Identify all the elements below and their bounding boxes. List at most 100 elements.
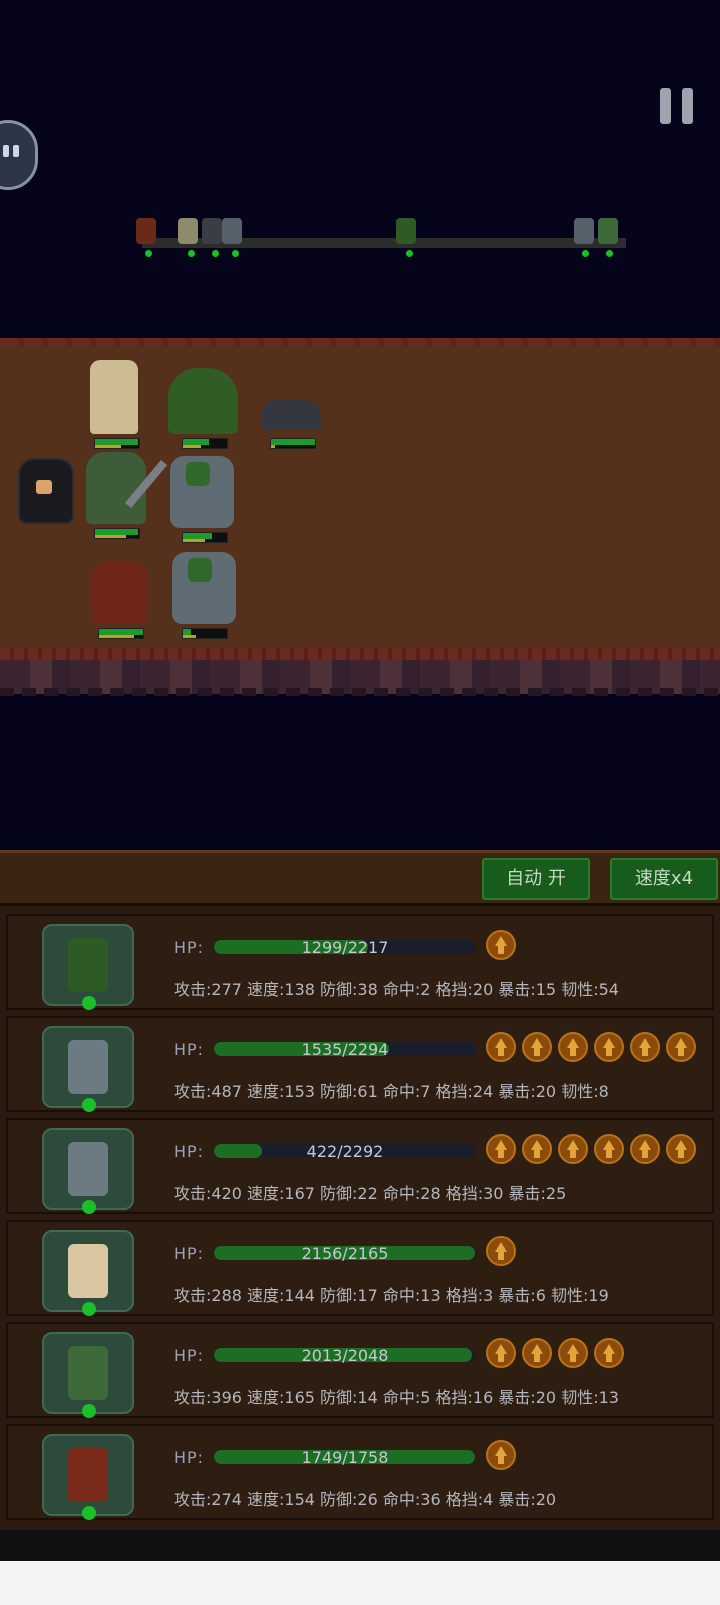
timeline-sprite-minotaur: [136, 218, 156, 244]
unit-portrait[interactable]: [42, 1128, 134, 1214]
upgrade-arrow-icon[interactable]: [486, 1440, 516, 1470]
treant-icon: [68, 938, 108, 992]
rock-ledge-edge: [0, 688, 720, 696]
hp-label: HP:: [174, 938, 205, 957]
unit-hp-bar: [270, 438, 316, 449]
upgrade-arrow-icon[interactable]: [486, 930, 516, 960]
unit-goblin-rider-1[interactable]: [170, 456, 240, 546]
upgrade-arrow-icon[interactable]: [594, 1134, 624, 1164]
unit-wolf[interactable]: [262, 400, 326, 456]
timeline-sprite-rider: [222, 218, 242, 244]
unit-stats: 攻击:288 速度:144 防御:17 命中:13 格挡:3 暴击:6 韧性:1…: [174, 1286, 609, 1305]
upgrade-icons: [486, 1440, 522, 1472]
status-dot: [82, 996, 96, 1010]
unit-hero[interactable]: [18, 458, 74, 530]
upgrade-icons: [486, 1338, 630, 1370]
unit-portrait[interactable]: [42, 1332, 134, 1418]
unit-hp-bar: [94, 528, 140, 539]
hp-label: HP:: [174, 1244, 205, 1263]
minotaur-sprite: [92, 562, 148, 624]
upgrade-arrow-icon[interactable]: [486, 1338, 516, 1368]
timeline-marker: [188, 250, 195, 257]
timeline-sprite-mage: [178, 218, 198, 244]
treant-sprite: [168, 368, 238, 434]
hp-label: HP:: [174, 1346, 205, 1365]
hp-value: 2013/2048: [301, 1346, 389, 1365]
hp-value: 2156/2165: [301, 1244, 389, 1263]
unit-orc-warrior[interactable]: [86, 452, 170, 544]
timeline-marker: [145, 250, 152, 257]
unit-row-orc-warrior[interactable]: HP: 2013/2048 攻击:396 速度:165 防御:14 命中:5 格挡:…: [6, 1322, 714, 1418]
hp-label: HP:: [174, 1040, 205, 1059]
goblin-rider-1-icon: [68, 1040, 108, 1094]
unit-portrait[interactable]: [42, 1230, 134, 1316]
upgrade-arrow-icon[interactable]: [522, 1134, 552, 1164]
speed-button[interactable]: 速度x4: [610, 858, 718, 900]
unit-elder-mage[interactable]: [90, 360, 146, 450]
chat-bubble-icon[interactable]: [0, 120, 38, 190]
timeline-marker: [606, 250, 613, 257]
hp-value: 422/2292: [306, 1142, 384, 1161]
auto-battle-button[interactable]: 自动 开: [482, 858, 590, 900]
status-dot: [82, 1404, 96, 1418]
upgrade-arrow-icon[interactable]: [558, 1338, 588, 1368]
unit-portrait[interactable]: [42, 1026, 134, 1112]
timeline-marker: [406, 250, 413, 257]
timeline-marker: [212, 250, 219, 257]
status-dot: [82, 1506, 96, 1520]
upgrade-arrow-icon[interactable]: [666, 1032, 696, 1062]
hp-value: 1535/2294: [301, 1040, 389, 1059]
upgrade-icons: [486, 1236, 522, 1268]
upgrade-arrow-icon[interactable]: [486, 1236, 516, 1266]
unit-hp-bar: [94, 438, 140, 449]
upgrade-arrow-icon[interactable]: [630, 1032, 660, 1062]
unit-row-treant[interactable]: HP: 1299/2217 攻击:277 速度:138 防御:38 命中:2 格挡:…: [6, 914, 714, 1010]
unit-stats: 攻击:274 速度:154 防御:26 命中:36 格挡:4 暴击:20: [174, 1490, 557, 1509]
unit-hp-bar: [182, 532, 228, 543]
elder-mage-icon: [68, 1244, 108, 1298]
unit-hp-bar: [182, 438, 228, 449]
timeline-marker: [232, 250, 239, 257]
upgrade-arrow-icon[interactable]: [486, 1134, 516, 1164]
elder-mage-sprite: [90, 360, 138, 434]
upgrade-arrow-icon[interactable]: [522, 1032, 552, 1062]
unit-minotaur[interactable]: [92, 562, 152, 642]
unit-row-goblin-rider-2[interactable]: HP: 422/2292 攻击:420 速度:167 防御:22 命中:28 格挡:…: [6, 1118, 714, 1214]
upgrade-arrow-icon[interactable]: [558, 1134, 588, 1164]
unit-portrait[interactable]: [42, 1434, 134, 1520]
upgrade-icons: [486, 1134, 702, 1166]
status-dot: [82, 1098, 96, 1112]
upgrade-arrow-icon[interactable]: [630, 1134, 660, 1164]
unit-stats: 攻击:420 速度:167 防御:22 命中:28 格挡:30 暴击:25: [174, 1184, 567, 1203]
upgrade-icons: [486, 930, 522, 962]
goblin-rider-2-icon: [68, 1142, 108, 1196]
unit-goblin-rider-2[interactable]: [172, 552, 242, 642]
status-dot: [82, 1302, 96, 1316]
timeline-sprite-orc: [598, 218, 618, 244]
hp-label: HP:: [174, 1448, 205, 1467]
unit-portrait[interactable]: [42, 924, 134, 1010]
timeline-sprite-wolf: [202, 218, 222, 244]
unit-hp-bar: [182, 628, 228, 639]
upgrade-arrow-icon[interactable]: [558, 1032, 588, 1062]
hp-value: 1749/1758: [301, 1448, 389, 1467]
upgrade-arrow-icon[interactable]: [666, 1134, 696, 1164]
timeline-marker: [582, 250, 589, 257]
unit-row-minotaur[interactable]: HP: 1749/1758 攻击:274 速度:154 防御:26 命中:36 格挡…: [6, 1424, 714, 1520]
upgrade-arrow-icon[interactable]: [486, 1032, 516, 1062]
unit-stats: 攻击:277 速度:138 防御:38 命中:2 格挡:20 暴击:15 韧性:…: [174, 980, 619, 999]
orc-warrior-icon: [68, 1346, 108, 1400]
timeline-sprite-rider: [574, 218, 594, 244]
upgrade-arrow-icon[interactable]: [594, 1032, 624, 1062]
timeline-sprite-treant: [396, 218, 416, 244]
minotaur-icon: [68, 1448, 108, 1502]
unit-stats: 攻击:487 速度:153 防御:61 命中:7 格挡:24 暴击:20 韧性:…: [174, 1082, 609, 1101]
upgrade-arrow-icon[interactable]: [594, 1338, 624, 1368]
unit-treant[interactable]: [168, 368, 240, 454]
battle-screen: 自动 开 速度x4 HP: 1299/2217 攻击:277 速度:138 防御:3…: [0, 0, 720, 1561]
pause-icon[interactable]: [660, 88, 694, 124]
unit-row-elder-mage[interactable]: HP: 2156/2165 攻击:288 速度:144 防御:17 命中:13 格挡…: [6, 1220, 714, 1316]
unit-row-goblin-rider-1[interactable]: HP: 1535/2294 攻击:487 速度:153 防御:61 命中:7 格挡:…: [6, 1016, 714, 1112]
arena-top-border: [0, 338, 720, 346]
upgrade-arrow-icon[interactable]: [522, 1338, 552, 1368]
